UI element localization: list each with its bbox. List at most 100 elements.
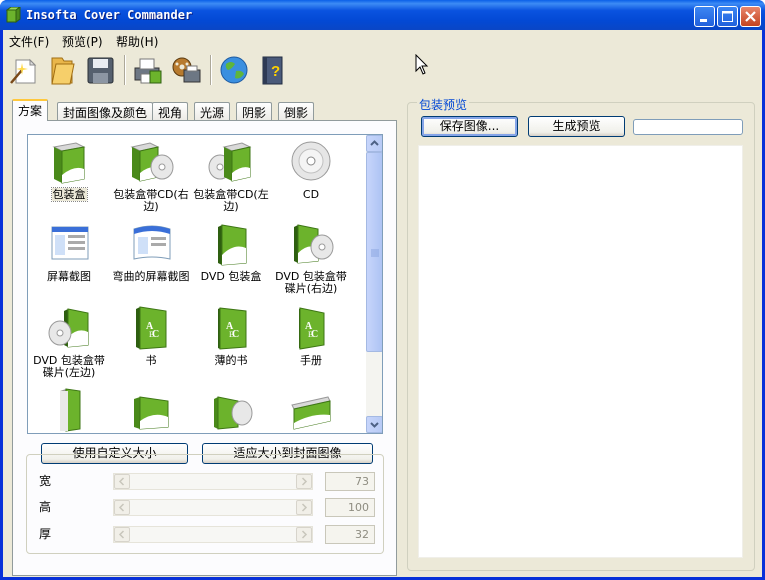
open-button[interactable] — [44, 53, 80, 87]
height-row: 高 100 — [27, 497, 385, 517]
slider-left-button[interactable] — [114, 527, 130, 542]
close-button[interactable] — [740, 6, 761, 27]
tab-reflection[interactable]: 倒影 — [278, 102, 315, 120]
help-button[interactable]: ? — [254, 53, 290, 87]
scroll-thumb[interactable] — [366, 152, 382, 352]
preview-canvas — [418, 145, 743, 558]
menu-bar: 文件(F) 预览(P) 帮助(H) — [3, 30, 762, 50]
screenshot-icon — [51, 226, 89, 260]
dvd-box-with-disc-icon — [48, 308, 89, 348]
media-print-button[interactable] — [169, 53, 205, 87]
svg-text:B: B — [149, 330, 154, 339]
mouse-cursor — [415, 53, 429, 79]
box-icon — [52, 142, 86, 184]
height-label: 高 — [39, 500, 52, 514]
tab-shadow[interactable]: 阴影 — [236, 102, 273, 120]
chevron-up-icon — [370, 140, 379, 146]
gallery-item-label: 屏幕截图 — [47, 270, 91, 283]
preview-status-field[interactable] — [633, 119, 743, 135]
scroll-up-button[interactable] — [366, 135, 382, 152]
scheme-gallery: 包装盒 包装盒带CD(右边) 包装盒带CD(左边) CD 屏幕截图 弯曲的屏幕截… — [27, 134, 383, 434]
slider-right-button[interactable] — [296, 474, 312, 489]
cd-icon — [291, 141, 331, 181]
box-with-cd-icon — [130, 142, 174, 182]
scroll-down-button[interactable] — [366, 416, 382, 433]
gallery-item-label: 包装盒 — [50, 187, 88, 202]
new-project-icon — [10, 58, 37, 84]
size-settings-group: 宽 73 高 100 厚 32 — [26, 454, 384, 554]
chevron-right-icon — [301, 477, 308, 486]
tall-box-icon — [60, 388, 81, 432]
gallery-item-label: 手册 — [300, 354, 322, 367]
box-with-cd-icon — [214, 396, 253, 430]
generate-preview-button[interactable]: 生成预览 — [528, 116, 625, 137]
thickness-value-field[interactable]: 32 — [325, 525, 375, 544]
toolbar: ? — [3, 51, 762, 91]
height-slider[interactable] — [113, 499, 313, 516]
slider-right-button[interactable] — [296, 527, 312, 542]
menu-preview[interactable]: 预览(P) — [62, 33, 103, 50]
width-label: 宽 — [39, 474, 52, 488]
new-project-button[interactable] — [6, 53, 42, 87]
dvd-box-with-disc-icon — [294, 224, 334, 264]
thickness-label: 厚 — [39, 527, 52, 541]
svg-text:?: ? — [271, 63, 280, 80]
gallery-scrollbar[interactable] — [366, 135, 382, 433]
height-value-field[interactable]: 100 — [325, 498, 375, 517]
save-button[interactable] — [82, 53, 118, 87]
box-with-cd-icon — [208, 142, 252, 182]
gallery-item-label: DVD 包装盒带碟片(左边) — [33, 354, 105, 379]
window-title: Insofta Cover Commander — [26, 8, 193, 22]
svg-text:C: C — [311, 329, 318, 340]
width-value-field[interactable]: 73 — [325, 472, 375, 491]
app-window: Insofta Cover Commander 文件(F) 预览(P) 帮助(H… — [0, 0, 765, 580]
chevron-left-icon — [118, 477, 125, 486]
tab-scheme[interactable]: 方案 — [12, 99, 49, 121]
print-button[interactable] — [130, 53, 166, 87]
width-slider[interactable] — [113, 473, 313, 490]
slider-left-button[interactable] — [114, 474, 130, 489]
slider-left-button[interactable] — [114, 500, 130, 515]
dvd-box-icon — [218, 224, 247, 266]
maximize-icon — [722, 11, 733, 22]
tab-light[interactable]: 光源 — [194, 102, 231, 120]
gallery-items: 包装盒 包装盒带CD(右边) 包装盒带CD(左边) CD 屏幕截图 弯曲的屏幕截… — [28, 135, 364, 433]
minimize-button[interactable] — [694, 6, 715, 27]
close-icon — [745, 11, 756, 22]
web-button[interactable] — [216, 53, 252, 87]
print-icon — [134, 58, 162, 84]
tab-view-angle[interactable]: 视角 — [152, 102, 189, 120]
chevron-left-icon — [118, 503, 125, 512]
book-icon: ACB — [136, 306, 167, 350]
slider-right-button[interactable] — [296, 500, 312, 515]
menu-file[interactable]: 文件(F) — [9, 33, 49, 50]
package-preview-label: 包装预览 — [417, 96, 470, 113]
chevron-down-icon — [370, 422, 379, 428]
open-folder-icon — [51, 57, 75, 85]
gallery-item-label: DVD 包装盒 — [200, 270, 262, 283]
title-bar[interactable]: Insofta Cover Commander — [0, 0, 765, 30]
maximize-button[interactable] — [717, 6, 738, 27]
globe-icon — [220, 56, 248, 84]
curved-screenshot-icon — [133, 225, 171, 260]
toolbar-separator — [124, 55, 126, 85]
gallery-item-label: CD — [302, 188, 320, 201]
media-print-icon — [172, 57, 201, 83]
thickness-slider[interactable] — [113, 526, 313, 543]
manual-icon: ABC — [299, 307, 325, 350]
svg-text:C: C — [232, 329, 239, 340]
minimize-icon — [700, 19, 707, 22]
menu-help[interactable]: 帮助(H) — [116, 33, 158, 50]
flat-box-icon — [291, 396, 331, 430]
chevron-right-icon — [301, 503, 308, 512]
box-icon — [134, 396, 169, 430]
chevron-right-icon — [301, 530, 308, 539]
app-icon — [5, 6, 22, 23]
toolbar-separator — [210, 55, 212, 85]
gallery-item-label: 包装盒带CD(左边) — [193, 188, 269, 213]
save-image-button[interactable]: 保存图像... — [421, 116, 518, 137]
tab-cover-image-color[interactable]: 封面图像及颜色 — [57, 102, 154, 120]
thin-book-icon: ABC — [218, 307, 247, 350]
gallery-item-label: 薄的书 — [214, 354, 248, 367]
save-disk-icon — [87, 57, 114, 84]
